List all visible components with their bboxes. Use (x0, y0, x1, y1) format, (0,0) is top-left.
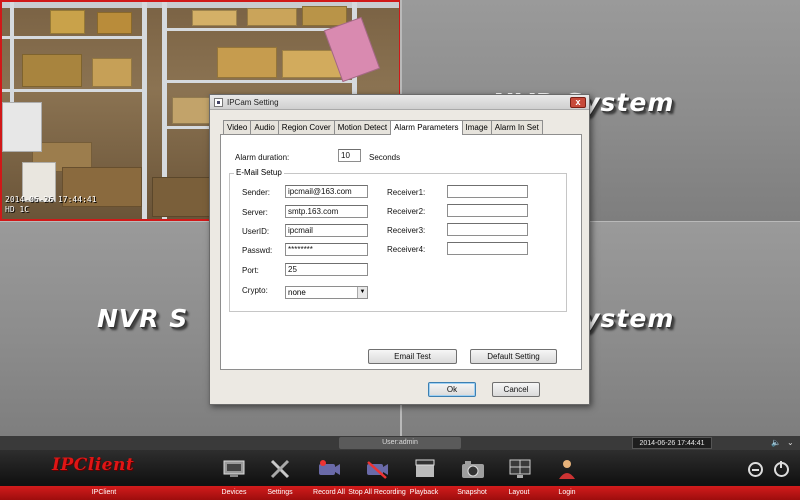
alarm-parameters-panel: Alarm duration: 10 Seconds E-Mail Setup … (220, 134, 582, 370)
ok-button[interactable]: Ok (428, 382, 476, 397)
record-all-button[interactable] (305, 458, 353, 480)
crypto-select-value: none (288, 288, 306, 297)
layout-icon (509, 459, 531, 478)
email-setup-title: E-Mail Setup (234, 168, 284, 177)
receiver3-label: Receiver3: (387, 226, 426, 235)
tab-motion-detect[interactable]: Motion Detect (333, 120, 392, 134)
port-input[interactable]: 25 (285, 263, 368, 276)
cancel-button[interactable]: Cancel (492, 382, 540, 397)
tab-alarm-parameters[interactable]: Alarm Parameters (390, 120, 463, 135)
layout-button[interactable] (496, 458, 544, 480)
alarm-sound-icon[interactable]: 🔈 (771, 438, 781, 447)
receiver2-input[interactable] (447, 204, 528, 217)
playback-button[interactable] (401, 458, 449, 480)
stop-recording-icon (367, 461, 388, 479)
stop-all-recording-button[interactable] (353, 458, 401, 480)
login-caption[interactable]: Login (532, 487, 602, 499)
tab-region-cover[interactable]: Region Cover (277, 120, 335, 134)
crypto-select[interactable]: none ▼ (285, 286, 368, 299)
userid-label: UserID: (242, 227, 270, 236)
settings-icon (270, 459, 290, 479)
playback-icon (415, 459, 435, 477)
receiver1-label: Receiver1: (387, 188, 426, 197)
close-button[interactable]: x (570, 97, 586, 108)
tab-video[interactable]: Video (223, 120, 252, 134)
minimize-button[interactable] (748, 462, 763, 477)
alarm-duration-label: Alarm duration: (235, 153, 290, 162)
receiver1-input[interactable] (447, 185, 528, 198)
system-clock: 2014-06-26 17:44:41 (632, 437, 712, 449)
devices-icon (223, 460, 245, 477)
settings-button[interactable] (256, 458, 304, 480)
camera-1-channel: HD 1C (5, 205, 30, 214)
chevron-down-icon[interactable]: ▼ (357, 287, 367, 298)
power-button[interactable] (774, 461, 789, 477)
crypto-label: Crypto: (242, 286, 268, 295)
minus-icon (752, 469, 759, 471)
server-input[interactable]: smtp.163.com (285, 205, 368, 218)
camera-1-timestamp: 2014-06-26 17:44:41 (5, 195, 97, 204)
snapshot-icon (462, 461, 484, 478)
record-all-icon (319, 460, 340, 475)
footer-brand-caption: IPClient (91, 489, 117, 496)
dialog-title-bar[interactable]: IPCam Setting x (210, 95, 589, 110)
email-test-button[interactable]: Email Test (368, 349, 457, 364)
snapshot-button[interactable] (449, 458, 497, 480)
receiver2-label: Receiver2: (387, 207, 426, 216)
default-setting-button[interactable]: Default Setting (470, 349, 557, 364)
app-logo: IPClient (52, 455, 135, 475)
tab-audio[interactable]: Audio (250, 120, 279, 134)
double-chevron-down-icon[interactable]: ⌄ (787, 438, 794, 447)
sender-label: Sender: (242, 188, 271, 197)
tab-image[interactable]: Image (461, 120, 492, 134)
port-label: Port: (242, 266, 259, 275)
camera-icon (214, 98, 223, 107)
server-label: Server: (242, 208, 268, 217)
sender-input[interactable]: ipcmail@163.com (285, 185, 368, 198)
ipcam-setting-dialog: IPCam Setting x Video Audio Region Cover… (209, 94, 590, 405)
login-icon (559, 460, 575, 479)
passwd-label: Passwd: (242, 246, 273, 255)
devices-button[interactable] (210, 458, 258, 480)
user-indicator: User:admin (339, 437, 461, 449)
nvr-watermark-3: NVR S (97, 304, 189, 333)
status-bar: User:admin 2014-06-26 17:44:41 🔈 ⌄ (0, 436, 800, 450)
power-icon (780, 461, 782, 468)
tab-strip: Video Audio Region Cover Motion Detect A… (223, 120, 543, 135)
dialog-title: IPCam Setting (227, 98, 279, 107)
receiver4-label: Receiver4: (387, 245, 426, 254)
alarm-duration-input[interactable]: 10 (338, 149, 361, 162)
userid-input[interactable]: ipcmail (285, 224, 368, 237)
alarm-duration-unit: Seconds (369, 153, 401, 162)
tab-alarm-in-set[interactable]: Alarm In Set (490, 120, 543, 134)
passwd-input[interactable]: ******** (285, 243, 368, 256)
login-button[interactable] (543, 458, 591, 480)
receiver3-input[interactable] (447, 223, 528, 236)
receiver4-input[interactable] (447, 242, 528, 255)
camera-1-overlay: 2014-06-26 17:44:41 HD 1C (5, 195, 97, 215)
